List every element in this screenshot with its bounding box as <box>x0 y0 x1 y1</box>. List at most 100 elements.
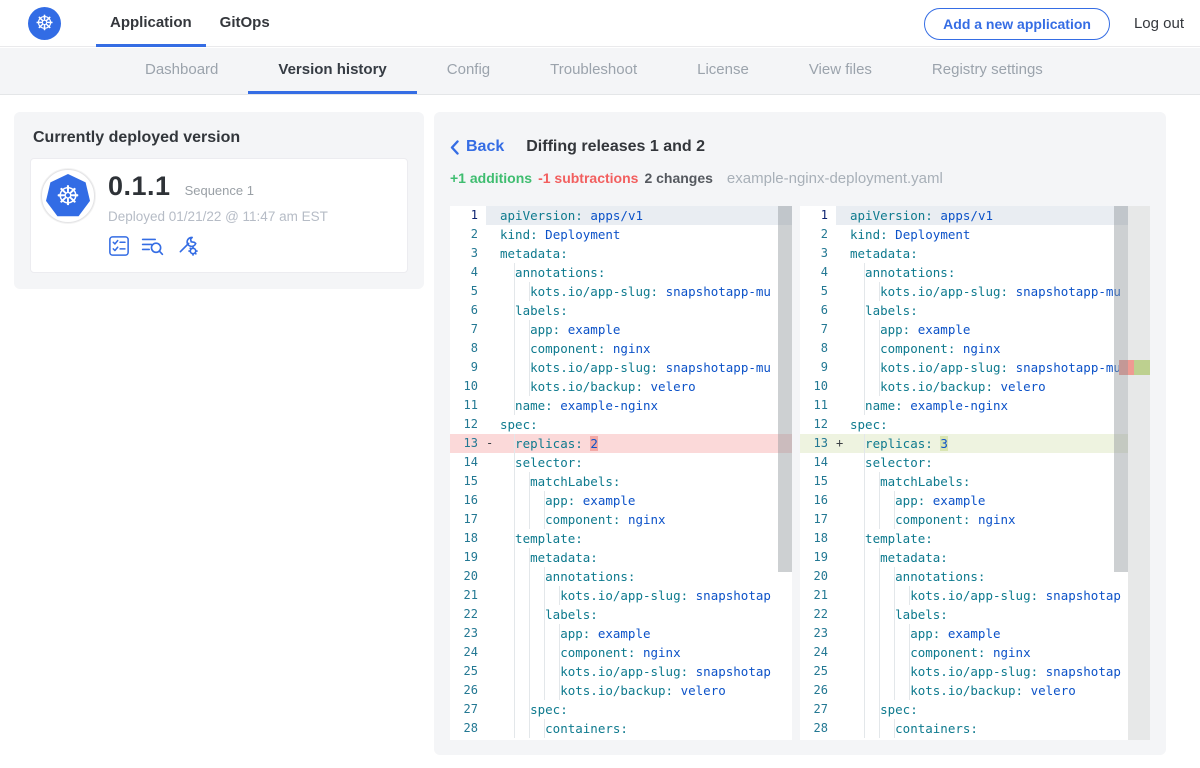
code-text: spec: <box>500 415 792 434</box>
code-text: metadata: <box>500 244 792 263</box>
diff-marker <box>836 567 850 586</box>
diff-line: 10kots.io/backup: velero <box>450 377 792 396</box>
diff-marker <box>836 282 850 301</box>
code-text: selector: <box>850 453 1150 472</box>
diff-card: Back Diffing releases 1 and 2 +1 additio… <box>434 112 1166 755</box>
line-number: 18 <box>450 529 486 548</box>
diff-line: 5 kots.io/app-slug: snapshotapp-mu <box>450 282 792 301</box>
diff-marker <box>836 586 850 605</box>
subnav-tab-registry-settings[interactable]: Registry settings <box>902 48 1073 94</box>
diff-marker <box>486 301 500 320</box>
line-number: 12 <box>800 415 836 434</box>
diff-line: 18 template: <box>450 529 792 548</box>
logout-link[interactable]: Log out <box>1134 15 1184 32</box>
line-number: 3 <box>800 244 836 263</box>
code-text: labels: <box>850 301 1150 320</box>
diff-line: 2 kind: Deployment <box>800 225 1150 244</box>
top-nav-tabs: ApplicationGitOps <box>96 0 284 47</box>
config-icon[interactable] <box>176 234 200 258</box>
line-number: 28 <box>450 719 486 738</box>
kubernetes-heptagon-icon: ☸ <box>46 174 90 218</box>
diff-marker <box>836 510 850 529</box>
diff-line: 10 kots.io/backup: velero <box>800 377 1150 396</box>
diff-editor: 1 apiVersion: apps/v1 2 kind: Deployment 3 me… <box>450 206 1150 740</box>
code-text: kots.io/app-slug: snapshotap <box>850 662 1150 681</box>
line-number: 5 <box>450 282 486 301</box>
diff-line: 4annotations: <box>450 263 792 282</box>
diff-line: 24component: nginx <box>800 643 1150 662</box>
diff-pane-release-1[interactable]: 1apiVersion: apps/v12kind: Deployment3me… <box>450 206 792 740</box>
scrollbar-thumb[interactable] <box>1114 206 1128 572</box>
diff-line: 11name: example-nginx <box>450 396 792 415</box>
tab-gitops[interactable]: GitOps <box>206 0 284 47</box>
code-text: kots.io/backup: velero <box>850 681 1150 700</box>
diff-line: 4annotations: <box>800 263 1150 282</box>
line-number: 16 <box>800 491 836 510</box>
code-text: component: nginx <box>500 643 792 662</box>
kubernetes-logo-icon: ☸ <box>28 7 61 40</box>
diff-line: 21kots.io/app-slug: snapshotap <box>450 586 792 605</box>
line-number: 10 <box>800 377 836 396</box>
diff-line: 14selector: <box>800 453 1150 472</box>
diff-title: Diffing releases 1 and 2 <box>526 138 705 156</box>
subnav-tab-version-history[interactable]: Version history <box>248 48 416 94</box>
line-number: 7 <box>450 320 486 339</box>
line-number: 9 <box>450 358 486 377</box>
deploy-logs-icon[interactable] <box>141 235 165 257</box>
code-text: app: example <box>850 320 1150 339</box>
line-number: 22 <box>450 605 486 624</box>
diff-line: 23app: example <box>800 624 1150 643</box>
scrollbar-thumb[interactable] <box>778 206 792 572</box>
code-text: spec: <box>850 415 1150 434</box>
diff-marker <box>486 377 500 396</box>
diff-line: 25kots.io/app-slug: snapshotap <box>800 662 1150 681</box>
code-text: kind: Deployment <box>850 225 1150 244</box>
add-application-button[interactable]: Add a new application <box>924 8 1110 40</box>
line-number: 1 <box>800 206 836 225</box>
code-text: kots.io/app-slug: snapshotap <box>500 662 792 681</box>
code-text: apiVersion: apps/v1 <box>850 206 1150 225</box>
diff-marker <box>836 681 850 700</box>
diff-line: 8component: nginx <box>800 339 1150 358</box>
subnav-tab-license[interactable]: License <box>667 48 779 94</box>
subnav-tab-dashboard[interactable]: Dashboard <box>115 48 248 94</box>
tab-application[interactable]: Application <box>96 0 206 47</box>
diff-line: 20annotations: <box>800 567 1150 586</box>
code-text: matchLabels: <box>850 472 1150 491</box>
line-number: 24 <box>800 643 836 662</box>
line-number: 14 <box>450 453 486 472</box>
subtractions-count: -1 subtractions <box>538 170 638 186</box>
diff-marker <box>486 719 500 738</box>
code-text: kots.io/app-slug: snapshotapp-mu <box>500 282 792 301</box>
code-text: kots.io/app-slug: snapshotapp-mu <box>500 358 792 377</box>
diff-pane-release-2[interactable]: 1 apiVersion: apps/v1 2 kind: Deployment 3 me… <box>800 206 1150 740</box>
line-number: 2 <box>800 225 836 244</box>
diff-marker <box>486 510 500 529</box>
subnav-tab-troubleshoot[interactable]: Troubleshoot <box>520 48 667 94</box>
diff-line: 14selector: <box>450 453 792 472</box>
line-number: 23 <box>450 624 486 643</box>
diff-line: 27spec: <box>800 700 1150 719</box>
line-number: 7 <box>800 320 836 339</box>
code-text: template: <box>500 529 792 548</box>
preflight-checks-icon[interactable] <box>108 235 130 257</box>
app-icon: ☸ <box>41 169 95 223</box>
code-text: app: example <box>850 491 1150 510</box>
code-text: kots.io/app-slug: snapshotapp-mu <box>850 358 1150 377</box>
diff-line: 6labels: <box>800 301 1150 320</box>
diff-marker <box>486 662 500 681</box>
line-number: 11 <box>450 396 486 415</box>
back-link[interactable]: Back <box>450 138 504 156</box>
code-text: kots.io/backup: velero <box>500 377 792 396</box>
line-number: 15 <box>450 472 486 491</box>
code-text: kots.io/backup: velero <box>850 377 1150 396</box>
diff-line: 26kots.io/backup: velero <box>800 681 1150 700</box>
diff-marker <box>486 263 500 282</box>
code-text: app: example <box>850 624 1150 643</box>
subnav-tab-config[interactable]: Config <box>417 48 520 94</box>
code-text: annotations: <box>500 263 792 282</box>
subnav-tab-view-files[interactable]: View files <box>779 48 902 94</box>
diff-line: 9 kots.io/app-slug: snapshotapp-mu <box>450 358 792 377</box>
code-text: replicas: 2 <box>500 434 792 453</box>
code-text: metadata: <box>850 244 1150 263</box>
